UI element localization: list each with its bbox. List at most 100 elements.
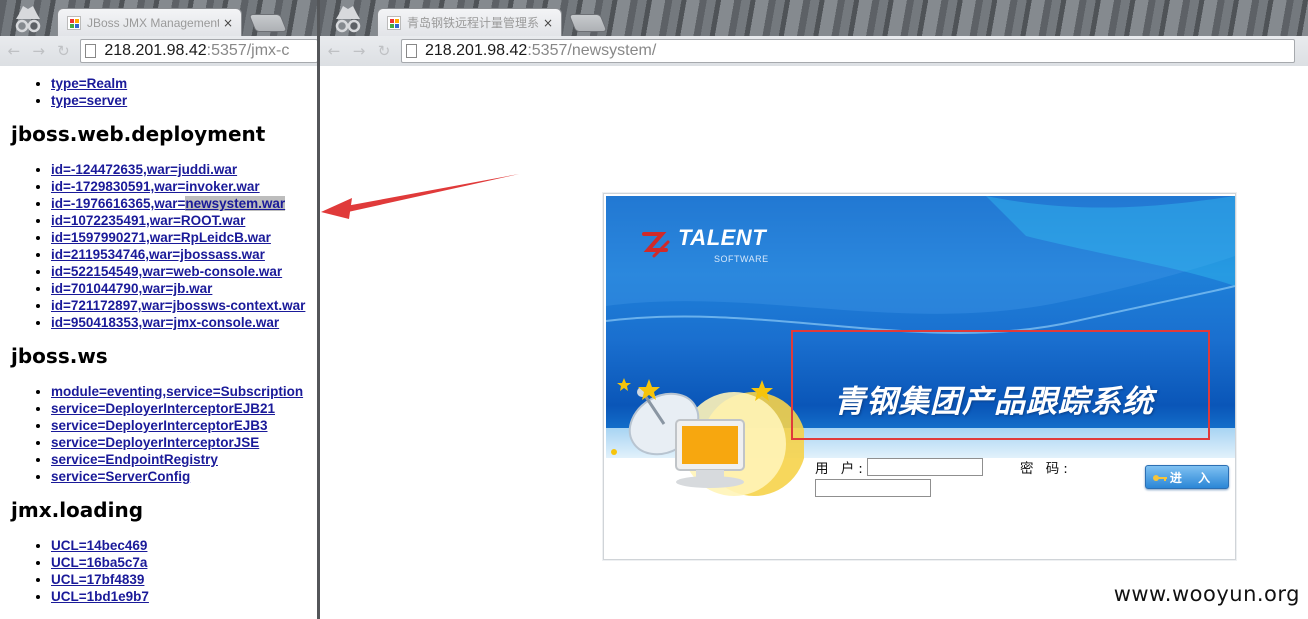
talent-logo-mark-icon (642, 232, 670, 258)
watermark: www.wooyun.org (1113, 582, 1300, 606)
address-bar[interactable]: 218.201.98.42:5357/newsystem/ (401, 39, 1295, 63)
password-input[interactable] (815, 479, 931, 497)
mbean-link[interactable]: id=721172897,war=jbossws-context.war (51, 298, 305, 313)
browser-chrome: 青岛钢铁远程计量管理系 × ← → ↻ 218.201.98.42:5357/n… (320, 0, 1308, 66)
mbean-link[interactable]: service=DeployerInterceptorEJB21 (51, 401, 275, 416)
url-text: 218.201.98.42:5357/jmx-c (104, 42, 290, 59)
list-item: service=DeployerInterceptorEJB21 (51, 400, 318, 417)
tab-title: JBoss JMX Management (87, 15, 219, 30)
list-item: id=950418353,war=jmx-console.war (51, 314, 318, 331)
forward-arrow-icon[interactable]: → (348, 40, 370, 62)
new-tab-button[interactable] (248, 14, 288, 32)
annotation-highlight-box (791, 330, 1210, 440)
domain-heading: jmx.loading (11, 498, 144, 522)
realm-list: type=Realm type=server (11, 75, 318, 109)
list-item: type=server (51, 92, 318, 109)
list-item: module=eventing,service=Subscription (51, 383, 318, 400)
mbean-link[interactable]: UCL=16ba5c7a (51, 555, 147, 570)
browser-window-newsystem: 青岛钢铁远程计量管理系 × ← → ↻ 218.201.98.42:5357/n… (320, 0, 1308, 619)
list-item: id=1072235491,war=ROOT.war (51, 212, 318, 229)
tab-jmx-management[interactable]: JBoss JMX Management × (57, 8, 242, 36)
mbean-link-newsystem[interactable]: id=-1976616365,war=newsystem.war (51, 196, 286, 211)
logo-subtext: SOFTWARE (714, 254, 769, 264)
mbean-link[interactable]: UCL=1bd1e9b7 (51, 589, 149, 604)
mbean-link[interactable]: service=DeployerInterceptorEJB3 (51, 418, 267, 433)
list-item: id=2119534746,war=jbossass.war (51, 246, 318, 263)
mbean-link[interactable]: service=ServerConfig (51, 469, 190, 484)
mbean-link[interactable]: id=2119534746,war=jbossass.war (51, 247, 265, 262)
tab-title: 青岛钢铁远程计量管理系 (407, 16, 539, 30)
url-text: 218.201.98.42:5357/newsystem/ (425, 42, 657, 59)
list-item: id=-1729830591,war=invoker.war (51, 178, 318, 195)
list-item: UCL=16ba5c7a (51, 554, 318, 571)
reload-icon[interactable]: ↻ (373, 40, 395, 62)
page-favicon-icon (387, 15, 401, 30)
back-arrow-icon[interactable]: ← (3, 40, 25, 62)
list-item: service=ServerConfig (51, 468, 318, 485)
password-input-row (815, 479, 931, 497)
list-item: service=DeployerInterceptorJSE (51, 434, 318, 451)
incognito-icon (15, 6, 41, 33)
domain-heading: jboss.ws (11, 344, 108, 368)
username-row: 用 户: (815, 457, 983, 477)
browser-toolbar: ← → ↻ 218.201.98.42:5357/newsystem/ (320, 36, 1308, 66)
list-item: id=-124472635,war=juddi.war (51, 161, 318, 178)
satellite-monitor-illustration (611, 378, 804, 496)
list-item: id=701044790,war=jb.war (51, 280, 318, 297)
domain-heading: jboss.web.deployment (11, 122, 266, 146)
enter-button[interactable]: 进 入 (1145, 465, 1229, 489)
list-item: service=EndpointRegistry (51, 451, 318, 468)
logo-text: TALENT (678, 225, 767, 250)
list-item: id=522154549,war=web-console.war (51, 263, 318, 280)
mbean-link[interactable]: id=-1729830591,war=invoker.war (51, 179, 260, 194)
list-item: UCL=14bec469 (51, 537, 318, 554)
list-item: id=1597990271,war=RpLeidcB.war (51, 229, 318, 246)
jmx-agent-view: type=Realm type=server jboss.web.deploym… (0, 67, 318, 619)
mbean-link[interactable]: id=1597990271,war=RpLeidcB.war (51, 230, 271, 245)
selection-highlight: newsystem.war (185, 196, 286, 211)
browser-chrome: JBoss JMX Management × ← → ↻ 218.201.98.… (0, 0, 318, 66)
enter-button-label: 进 入 (1169, 470, 1217, 485)
talent-logo: TALENT SOFTWARE (640, 225, 768, 264)
tab-close-icon[interactable]: × (543, 16, 553, 30)
mbean-link[interactable]: type=Realm (51, 76, 127, 91)
deployment-list: id=-124472635,war=juddi.war id=-17298305… (11, 161, 318, 331)
mbean-link[interactable]: type=server (51, 93, 127, 108)
mbean-link[interactable]: service=DeployerInterceptorJSE (51, 435, 259, 450)
password-label: 密 码: (1020, 461, 1072, 477)
new-tab-button[interactable] (568, 14, 608, 32)
key-icon (1153, 475, 1167, 481)
mbean-link[interactable]: id=701044790,war=jb.war (51, 281, 212, 296)
mbean-link[interactable]: id=522154549,war=web-console.war (51, 264, 282, 279)
loading-list: UCL=14bec469 UCL=16ba5c7a UCL=17bf4839 U… (11, 537, 318, 605)
jboss-favicon-icon (67, 15, 81, 30)
reload-icon[interactable]: ↻ (53, 40, 75, 62)
list-item: id=-1976616365,war=newsystem.war (51, 195, 318, 212)
mbean-link[interactable]: UCL=17bf4839 (51, 572, 144, 587)
mbean-link[interactable]: service=EndpointRegistry (51, 452, 218, 467)
list-item: service=DeployerInterceptorEJB3 (51, 417, 318, 434)
ws-list: module=eventing,service=Subscription ser… (11, 383, 318, 485)
mbean-link[interactable]: UCL=14bec469 (51, 538, 147, 553)
list-item: UCL=17bf4839 (51, 571, 318, 588)
browser-toolbar: ← → ↻ 218.201.98.42:5357/jmx-c (0, 36, 318, 66)
username-input[interactable] (866, 458, 983, 476)
tab-newsystem[interactable]: 青岛钢铁远程计量管理系 × (377, 8, 562, 36)
list-item: id=721172897,war=jbossws-context.war (51, 297, 318, 314)
mbean-link[interactable]: id=1072235491,war=ROOT.war (51, 213, 245, 228)
browser-window-jmx: JBoss JMX Management × ← → ↻ 218.201.98.… (0, 0, 318, 619)
page-icon (406, 44, 417, 58)
username-label: 用 户: (815, 461, 867, 477)
back-arrow-icon[interactable]: ← (323, 40, 345, 62)
mbean-link[interactable]: module=eventing,service=Subscription (51, 384, 303, 399)
tab-close-icon[interactable]: × (223, 16, 233, 30)
password-row: 密 码: (1020, 457, 1072, 477)
address-bar[interactable]: 218.201.98.42:5357/jmx-c (80, 39, 318, 63)
incognito-icon (335, 6, 361, 33)
forward-arrow-icon[interactable]: → (28, 40, 50, 62)
mbean-link[interactable]: id=950418353,war=jmx-console.war (51, 315, 279, 330)
mbean-link[interactable]: id=-124472635,war=juddi.war (51, 162, 237, 177)
list-item: type=Realm (51, 75, 318, 92)
page-icon (85, 44, 97, 58)
list-item: UCL=1bd1e9b7 (51, 588, 318, 605)
